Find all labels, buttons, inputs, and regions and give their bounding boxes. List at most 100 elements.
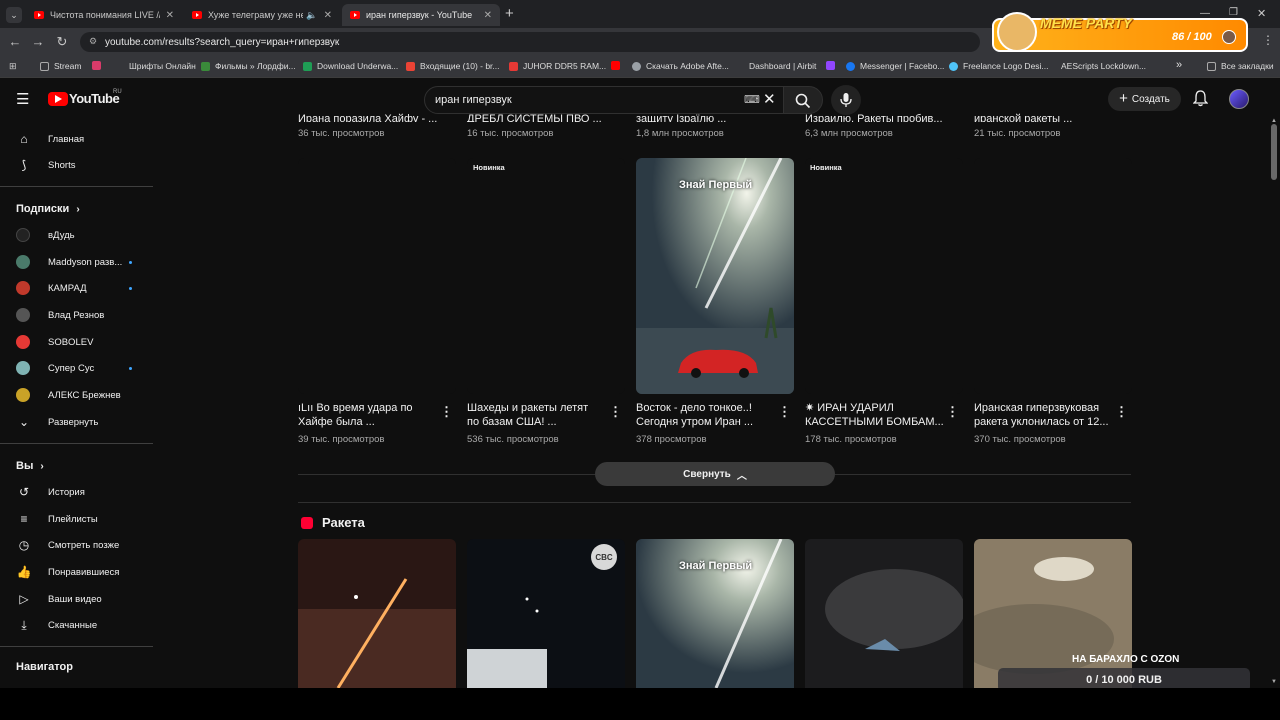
short-thumbnail[interactable] <box>805 539 963 688</box>
youtube-logo-icon[interactable] <box>48 92 68 106</box>
collapse-button[interactable]: Свернуть ︿ <box>595 462 835 486</box>
bookmark-stream[interactable]: Stream <box>40 61 81 71</box>
scroll-up-icon[interactable]: ▲ <box>1271 118 1277 124</box>
folder-icon <box>40 61 49 71</box>
bookmark-airbit[interactable]: Dashboard | Airbit <box>735 61 816 71</box>
sidebar-item-liked[interactable]: 👍 Понравившиеся <box>16 561 120 583</box>
more-options-icon[interactable]: ⋮ <box>1115 404 1128 420</box>
short-title[interactable]: Шахеды и ракеты летят по базам США! ... <box>467 401 588 429</box>
sidebar-expand[interactable]: ⌄ Развернуть <box>16 411 98 433</box>
clear-search-icon[interactable]: ✕ <box>763 90 776 108</box>
short-thumbnail[interactable] <box>636 158 794 394</box>
menu-icon[interactable]: ☰ <box>16 90 29 108</box>
sidebar-sub-vdud[interactable]: вДудь <box>16 224 75 246</box>
sidebar-sub-brezhnev[interactable]: АЛЕКС Брежнев <box>16 384 121 406</box>
sidebar-item-downloads[interactable]: ⤓ Скачанные <box>16 614 97 636</box>
more-options-icon[interactable]: ⋮ <box>778 404 791 420</box>
all-bookmarks[interactable]: Все закладки <box>1207 61 1274 71</box>
sidebar-item-home[interactable]: ⌂ Главная <box>16 128 84 150</box>
sidebar-sub-maddyson[interactable]: Maddyson разв... <box>16 251 122 273</box>
sidebar-item-your-videos[interactable]: ▷ Ваши видео <box>16 588 101 610</box>
youtube-favicon-icon <box>34 11 44 19</box>
subscriptions-header[interactable]: Подписки › <box>16 203 80 215</box>
search-button[interactable] <box>783 86 823 114</box>
browser-tab-3[interactable]: иран гиперзвук - YouTube ✕ <box>342 4 500 26</box>
address-bar[interactable]: ⚙ youtube.com/results?search_query=иран+… <box>80 32 980 52</box>
maximize-icon[interactable]: ❐ <box>1229 7 1238 18</box>
short-title[interactable]: Восток - дело тонкое..! Сегодня утром Ира… <box>636 401 753 429</box>
browser-tab-2[interactable]: Хуже телеграму уже не бу 🔈 ✕ <box>184 4 340 26</box>
search-input[interactable]: иран гиперзвук <box>424 86 784 114</box>
you-header[interactable]: Вы › <box>16 460 44 472</box>
bookmark-1[interactable] <box>92 61 106 70</box>
new-tab-button[interactable]: + <box>505 5 514 22</box>
video-views: 6,3 млн просмотров <box>805 128 893 139</box>
forward-icon[interactable]: → <box>30 34 46 49</box>
keyboard-icon[interactable]: ⌨ <box>744 93 760 106</box>
bookmark-download[interactable]: Download Underwa... <box>303 61 398 71</box>
sidebar-sub-kamrad[interactable]: КАМРАД <box>16 277 87 299</box>
sidebar-item-playlists[interactable]: ≡ Плейлисты <box>16 508 97 530</box>
short-thumbnail[interactable] <box>974 158 1132 394</box>
bookmark-fonts[interactable]: Шрифты Онлайн <box>115 61 196 71</box>
short-thumbnail[interactable] <box>974 539 1132 688</box>
create-button[interactable]: + Создать <box>1108 87 1181 111</box>
video-title[interactable]: Ирана поразила Хайфу - ... <box>298 112 438 122</box>
bookmark-films[interactable]: Фильмы » Лордфи... <box>201 61 296 71</box>
sidebar-sub-reznov[interactable]: Влад Резнов <box>16 304 104 326</box>
scrollbar-track[interactable] <box>1269 118 1280 688</box>
video-title[interactable]: защиту Ізраїлю ... <box>636 112 776 122</box>
notifications-icon[interactable] <box>1192 90 1209 112</box>
close-window-icon[interactable]: ✕ <box>1257 7 1266 20</box>
bookmark-aescripts[interactable]: AEScripts Lockdown... <box>1052 61 1146 71</box>
bookmark-ram[interactable]: JUHOR DDR5 RAM... <box>509 61 606 71</box>
bookmark-inbox[interactable]: Входящие (10) - br... <box>406 61 500 71</box>
video-title[interactable]: иранской ракеты ... <box>974 112 1114 122</box>
sidebar-sub-sobolev[interactable]: SOBOLEV <box>16 331 93 353</box>
new-content-dot <box>129 287 132 290</box>
reload-icon[interactable]: ↻ <box>54 34 70 50</box>
tab-audio-icon[interactable]: 🔈 <box>306 10 317 21</box>
short-thumbnail[interactable] <box>298 539 456 688</box>
scrollbar-thumb[interactable] <box>1271 124 1277 180</box>
more-options-icon[interactable]: ⋮ <box>609 404 622 420</box>
navigator-header: Навигатор <box>16 661 73 673</box>
short-title[interactable]: ıLıı Во время удара по Хайфе была ... <box>298 401 413 429</box>
short-title[interactable]: Иранская гиперзвуковая ракета уклонилась … <box>974 401 1109 429</box>
apps-grid-icon[interactable]: ⊞ <box>9 61 17 72</box>
video-title[interactable]: ДРЕБЛ СИСТЕМЫ ПВО ... <box>467 112 607 122</box>
short-thumbnail[interactable] <box>467 158 625 394</box>
bookmark-youtube[interactable] <box>611 61 625 70</box>
bookmark-logo[interactable]: Freelance Logo Desi... <box>949 61 1049 71</box>
voice-search-button[interactable] <box>831 85 861 115</box>
browser-menu-icon[interactable]: ⋮ <box>1262 33 1274 47</box>
site-info-icon[interactable]: ⚙ <box>89 36 97 47</box>
youtube-logo-text[interactable]: YouTube <box>69 91 120 106</box>
tab-close-icon[interactable]: ✕ <box>166 10 174 21</box>
tab-close-icon[interactable]: ✕ <box>484 10 492 21</box>
video-title[interactable]: Израилю. Ракеты пробив... <box>805 112 945 122</box>
back-icon[interactable]: ← <box>7 34 23 49</box>
bookmark-adobe[interactable]: Скачать Adobe Afte... <box>632 61 729 71</box>
sidebar-sub-supersus[interactable]: Супер Сус <box>16 357 94 379</box>
more-options-icon[interactable]: ⋮ <box>946 404 959 420</box>
bookmark-twitch[interactable] <box>826 61 840 70</box>
tab-search-icon[interactable]: ⌄ <box>6 7 22 23</box>
account-avatar[interactable] <box>1229 89 1249 109</box>
globe-icon <box>632 61 641 71</box>
youtube-favicon-icon <box>350 11 360 19</box>
sidebar-item-watch-later[interactable]: ◷ Смотреть позже <box>16 534 120 556</box>
hazy-sky-image <box>974 539 1132 688</box>
scroll-down-icon[interactable]: ▼ <box>1271 679 1277 685</box>
sidebar-item-history[interactable]: ↺ История <box>16 481 85 503</box>
short-thumbnail[interactable] <box>805 158 963 394</box>
short-thumbnail[interactable] <box>298 158 456 394</box>
more-options-icon[interactable]: ⋮ <box>440 404 453 420</box>
bookmark-messenger[interactable]: Messenger | Facebo... <box>846 61 944 71</box>
short-title[interactable]: ✷ ИРАН УДАРИЛ КАССЕТНЫМИ БОМБАМ... <box>805 401 944 429</box>
bookmarks-more-icon[interactable]: » <box>1176 59 1182 71</box>
chevron-up-icon: ︿ <box>736 470 747 482</box>
sidebar-item-shorts[interactable]: ⟆ Shorts <box>16 154 76 176</box>
tab-close-icon[interactable]: ✕ <box>324 10 332 21</box>
browser-tab-1[interactable]: Чистота понимания LIVE // Ес ✕ <box>26 4 182 26</box>
